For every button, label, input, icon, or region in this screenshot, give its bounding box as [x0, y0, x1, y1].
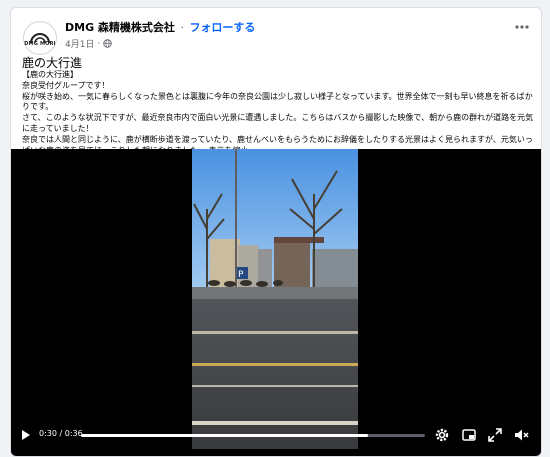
video-frame: P	[192, 149, 358, 449]
post-title: 鹿の大行進	[22, 56, 83, 70]
fullscreen-icon[interactable]	[487, 427, 503, 443]
play-icon[interactable]	[21, 429, 31, 441]
video-time: 0:30 / 0:36	[39, 429, 83, 438]
body-line: 奈良受付グループです！	[22, 80, 110, 90]
settings-gear-icon[interactable]	[434, 427, 450, 443]
page-avatar[interactable]: DMG MORI	[23, 21, 57, 55]
post-card: DMG MORI DMG 森精機株式会社 · フォローする 4月1日 · 鹿の大…	[10, 7, 542, 457]
meta-separator-dot: ·	[97, 38, 101, 49]
video-player[interactable]: P 0:30 / 0:36	[11, 149, 541, 456]
post-body: 【鹿の大行進】 奈良受付グループです！ 桜が咲き始め、一気に春らしくなった景色と…	[22, 70, 534, 156]
mute-speaker-icon[interactable]	[513, 427, 529, 443]
body-line: 【鹿の大行進】	[22, 70, 78, 79]
globe-icon	[103, 39, 113, 48]
follow-button[interactable]: フォローする	[189, 21, 255, 34]
post-header-name-row: DMG 森精機株式会社 · フォローする	[65, 21, 255, 35]
video-controls: 0:30 / 0:36	[11, 421, 541, 451]
post-date-link[interactable]: 4月1日	[65, 37, 94, 50]
post-meta: 4月1日 ·	[65, 37, 113, 50]
separator-dot: ·	[180, 21, 184, 34]
more-options-icon[interactable]	[513, 20, 531, 34]
page-name-link[interactable]: DMG 森精機株式会社	[65, 21, 175, 34]
video-progress-bar[interactable]	[81, 434, 425, 437]
video-progress-fill	[81, 434, 368, 437]
avatar-logo-text: DMG MORI	[24, 41, 56, 47]
picture-in-picture-icon[interactable]	[461, 427, 477, 443]
body-line: さて、このような状況下ですが、最近奈良市内で面白い光景に遭遇しました。こちらはバ…	[22, 113, 534, 133]
body-line: 桜が咲き始め、一気に春らしくなった景色とは裏腹に今年の奈良公園は少し寂しい様子と…	[22, 91, 533, 112]
